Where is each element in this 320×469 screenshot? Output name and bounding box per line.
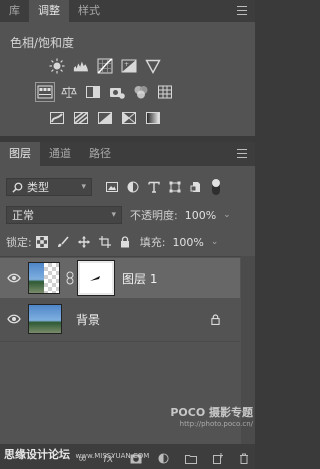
lock-row: 锁定: 填充: 100% ⌄ <box>0 232 255 252</box>
layer-thumbnail <box>28 262 44 294</box>
link-chain-icon[interactable] <box>66 271 74 285</box>
selective-color-icon[interactable] <box>121 110 137 126</box>
search-icon <box>12 182 23 193</box>
lock-icon <box>211 314 220 325</box>
layer-name[interactable]: 图层 1 <box>122 270 157 287</box>
lock-transparent-icon[interactable] <box>35 236 48 248</box>
layer-transparency-thumbnail <box>44 262 60 294</box>
adjustment-row-2 <box>35 82 173 102</box>
layers-panel-menu-icon[interactable] <box>237 149 247 158</box>
svg-text:+: + <box>124 61 129 68</box>
chevron-down-icon: ⌄ <box>210 237 219 247</box>
site-url: www.MISSYUAN.COM <box>75 452 150 460</box>
brightness-contrast-icon[interactable] <box>49 58 65 74</box>
adjustment-row-1: + <box>49 58 161 74</box>
opacity-value: 100% <box>184 208 217 222</box>
adjustment-hover-title: 色相/饱和度 <box>10 36 75 50</box>
photo-filter-icon[interactable] <box>109 84 125 100</box>
posterize-icon[interactable] <box>73 110 89 126</box>
site-watermark: 思缘设计论坛 www.MISSYUAN.COM <box>4 446 149 462</box>
invert-icon[interactable] <box>49 110 65 126</box>
chevron-down-icon: ▾ <box>111 210 116 220</box>
vibrance-icon[interactable] <box>145 58 161 74</box>
layer-mask-thumbnail[interactable] <box>77 260 115 296</box>
tab-adjustments[interactable]: 调整 <box>29 0 69 22</box>
background-thumbnail[interactable] <box>28 304 62 334</box>
delete-layer-icon[interactable] <box>239 453 249 464</box>
tab-channels[interactable]: 通道 <box>40 142 80 166</box>
tab-library[interactable]: 库 <box>0 0 29 22</box>
chevron-down-icon: ⌄ <box>223 210 231 220</box>
lock-all-icon[interactable] <box>120 236 130 248</box>
new-adjustment-icon[interactable] <box>158 453 169 464</box>
filter-shape-icon[interactable] <box>169 181 181 193</box>
lock-artboard-icon[interactable] <box>98 236 111 248</box>
eye-visibility-icon[interactable] <box>0 314 28 324</box>
layers-panel: 图层 通道 路径 类型 ▾ 正常 ▾ 不透明度: 100% ⌄ 锁定: 填充: … <box>0 142 255 444</box>
adjustments-tabbar: 库 调整 样式 <box>0 0 255 22</box>
color-balance-icon[interactable] <box>61 84 77 100</box>
opacity-input[interactable]: 100% ⌄ <box>179 206 236 224</box>
color-lookup-icon[interactable] <box>157 84 173 100</box>
filter-adjustment-icon[interactable] <box>127 181 139 193</box>
gradient-map-icon[interactable] <box>145 110 161 126</box>
filter-smart-object-icon[interactable] <box>190 181 202 193</box>
blend-mode-value: 正常 <box>12 209 34 222</box>
hue-saturation-icon[interactable] <box>35 82 55 102</box>
lock-label: 锁定: <box>6 236 32 249</box>
layers-empty-area <box>0 341 240 342</box>
filter-row: 类型 ▾ <box>0 176 255 198</box>
blend-mode-dropdown[interactable]: 正常 ▾ <box>6 206 122 224</box>
chevron-down-icon: ▾ <box>81 182 86 192</box>
filter-toggle-switch[interactable] <box>212 179 220 195</box>
lock-brush-icon[interactable] <box>57 236 69 248</box>
new-layer-icon[interactable] <box>212 453 223 464</box>
tab-layers[interactable]: 图层 <box>0 142 40 166</box>
tab-paths[interactable]: 路径 <box>80 142 120 166</box>
new-group-icon[interactable] <box>184 454 197 464</box>
layer-name[interactable]: 背景 <box>76 311 100 328</box>
filter-type-icon[interactable] <box>148 181 160 193</box>
eye-visibility-icon[interactable] <box>0 273 28 283</box>
levels-icon[interactable] <box>73 58 89 74</box>
adjustment-row-3 <box>49 110 161 126</box>
tab-styles[interactable]: 样式 <box>69 0 109 22</box>
site-name: 思缘设计论坛 <box>4 448 70 461</box>
filter-kind-label: 类型 <box>27 181 49 194</box>
curves-icon[interactable] <box>97 58 113 74</box>
layers-divider <box>0 256 255 257</box>
threshold-icon[interactable] <box>97 110 113 126</box>
layer-thumbnail-group[interactable] <box>28 262 62 294</box>
fill-label: 填充: <box>139 236 166 249</box>
layer-row-background[interactable]: 背景 <box>0 299 240 339</box>
opacity-label: 不透明度: <box>130 209 178 222</box>
filter-kind-dropdown[interactable]: 类型 ▾ <box>6 178 92 196</box>
filter-pixel-icon[interactable] <box>106 181 118 193</box>
layer-row-selected[interactable]: 图层 1 <box>0 258 240 298</box>
exposure-icon[interactable]: + <box>121 58 137 74</box>
black-white-icon[interactable] <box>85 84 101 100</box>
fill-input[interactable]: 100% ⌄ <box>167 233 224 251</box>
poco-watermark: POCO 摄影专题 http://photo.poco.cn/ <box>158 404 253 428</box>
lock-position-icon[interactable] <box>77 236 90 248</box>
layers-tabbar: 图层 通道 路径 <box>0 142 255 166</box>
poco-logo: POCO 摄影专题 <box>170 406 253 419</box>
panel-menu-icon[interactable] <box>237 6 247 15</box>
channel-mixer-icon[interactable] <box>133 84 149 100</box>
adjustments-panel: 库 调整 样式 色相/饱和度 + <box>0 0 255 136</box>
fill-value: 100% <box>172 235 204 249</box>
layers-bottom-toolbar: ∞ fx 思缘设计论坛 www.MISSYUAN.COM <box>0 444 255 469</box>
poco-url: http://photo.poco.cn/ <box>179 420 253 428</box>
blend-row: 正常 ▾ 不透明度: 100% ⌄ <box>0 204 255 226</box>
